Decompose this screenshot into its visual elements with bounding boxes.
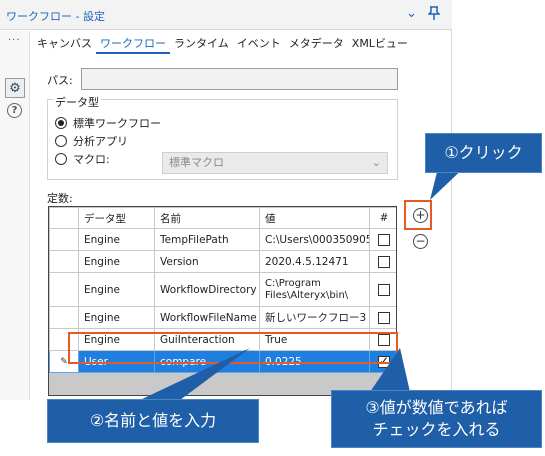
callout-click: ①クリック <box>425 133 542 173</box>
callout-check-numeric: ③値が数値であれば チェックを入れる <box>331 390 542 448</box>
callout2-pointer <box>140 348 250 400</box>
callout3-line1: ③値が数値であれば <box>365 398 508 417</box>
callout-enter-name-value: ②名前と値を入力 <box>47 399 259 443</box>
callout3-line2: チェックを入れる <box>372 420 501 439</box>
callout3-pointer <box>370 348 410 392</box>
callout-pointers <box>140 160 472 400</box>
